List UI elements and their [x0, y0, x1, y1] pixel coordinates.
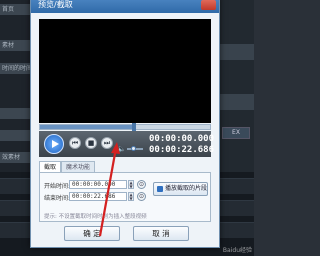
arrow-head: [111, 142, 120, 154]
annotation-arrow: [98, 142, 120, 237]
watermark: Baidu经验: [222, 247, 252, 254]
arrow-shaft: [98, 147, 118, 237]
